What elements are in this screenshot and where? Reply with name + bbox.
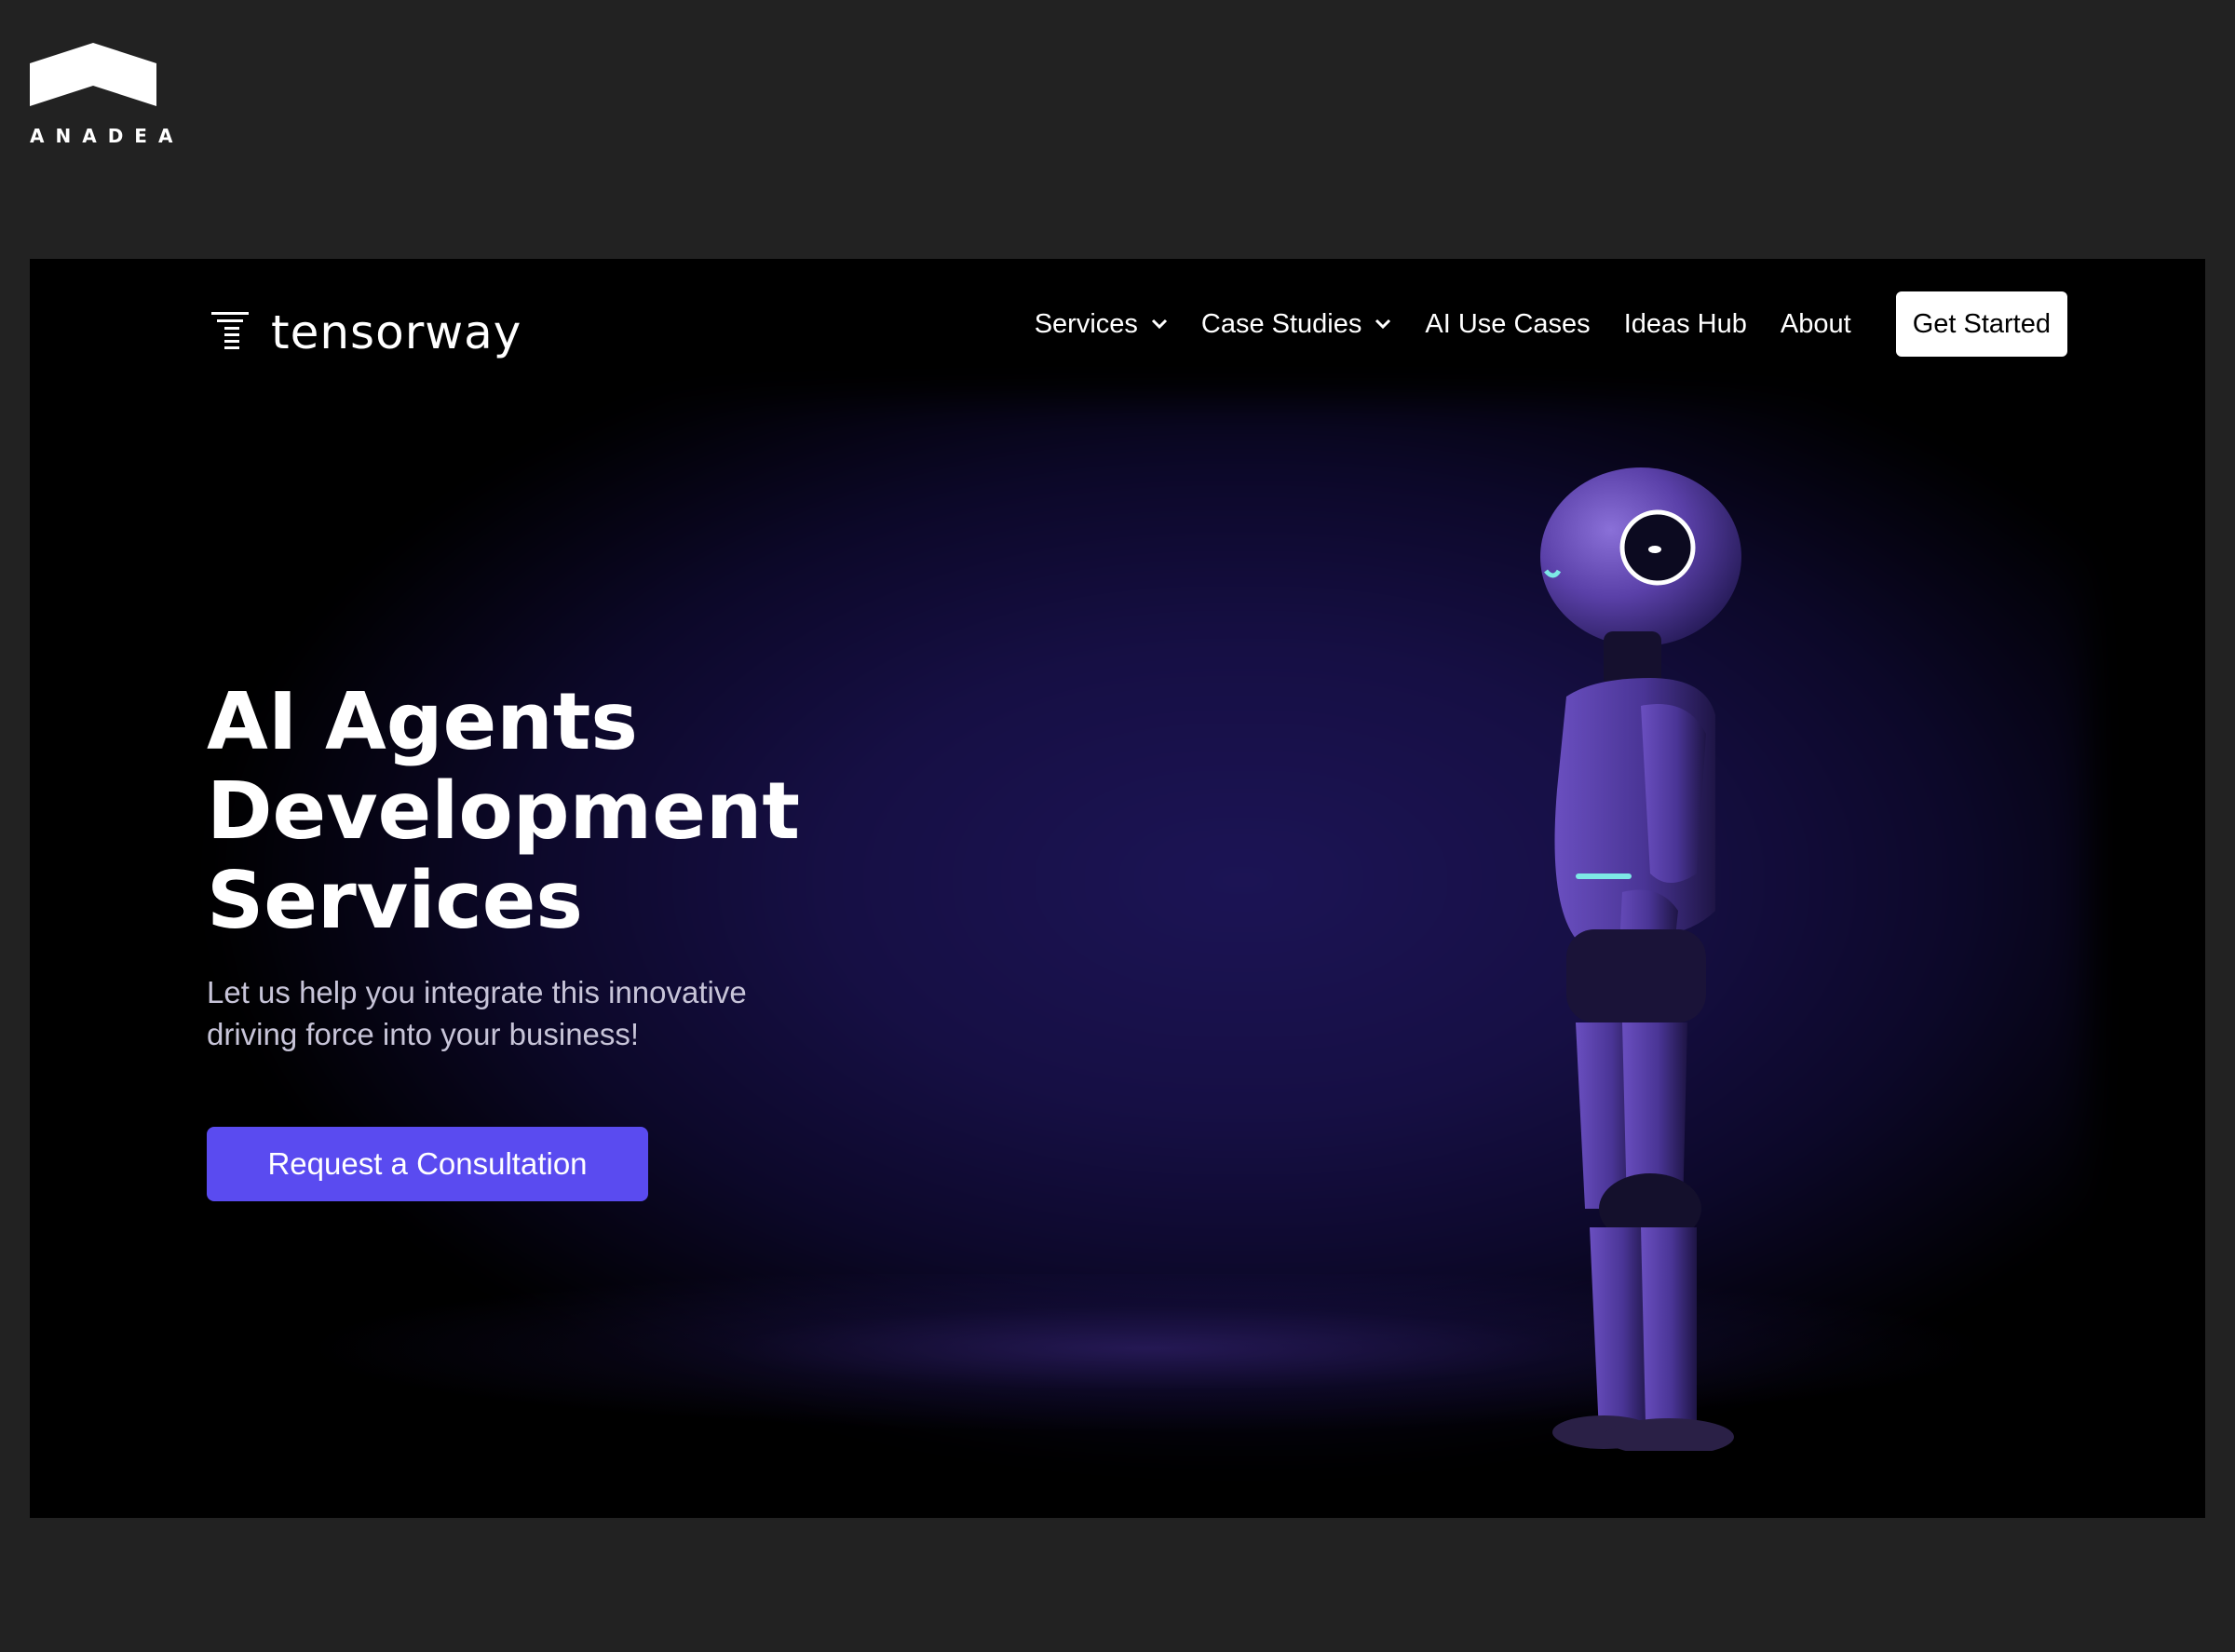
nav-item-label: Case Studies — [1200, 308, 1362, 339]
hero-title: AI Agents Development Services — [207, 678, 800, 946]
hero-title-line: Development — [207, 765, 801, 858]
nav-item-label: Ideas Hub — [1623, 308, 1747, 339]
nav-item-label: AI Use Cases — [1425, 308, 1591, 339]
nav-item-label: Services — [1034, 308, 1138, 339]
nav-item-services[interactable]: Services — [1035, 309, 1168, 340]
request-consultation-button[interactable]: Request a Consultation — [207, 1127, 648, 1201]
website-hero: tensorway Services Case Studies AI Use C… — [30, 259, 2205, 1518]
chevron-down-icon — [1375, 318, 1391, 330]
anadea-wordmark: ANADEA — [30, 125, 184, 147]
nav-item-label: About — [1780, 308, 1851, 339]
nav-item-ai-use-cases[interactable]: AI Use Cases — [1425, 309, 1590, 340]
get-started-button[interactable]: Get Started — [1895, 291, 2067, 357]
nav-item-ideas-hub[interactable]: Ideas Hub — [1624, 309, 1747, 340]
main-nav: Services Case Studies AI Use Cases Ideas… — [1035, 291, 2067, 357]
hero-title-line: Services — [207, 855, 583, 947]
anadea-logo: ANADEA — [30, 43, 172, 147]
hero-subtitle: Let us help you integrate this innovativ… — [207, 975, 747, 1051]
tensorway-stack-icon — [211, 312, 249, 349]
robot-illustration — [1540, 467, 1741, 1451]
house-roof-icon — [30, 43, 156, 106]
hero-title-line: AI Agents — [207, 676, 639, 768]
site-logo-text: tensorway — [271, 305, 522, 359]
site-logo[interactable]: tensorway — [211, 305, 522, 359]
nav-item-about[interactable]: About — [1781, 309, 1851, 340]
nav-item-case-studies[interactable]: Case Studies — [1201, 309, 1392, 340]
chevron-down-icon — [1151, 318, 1167, 330]
